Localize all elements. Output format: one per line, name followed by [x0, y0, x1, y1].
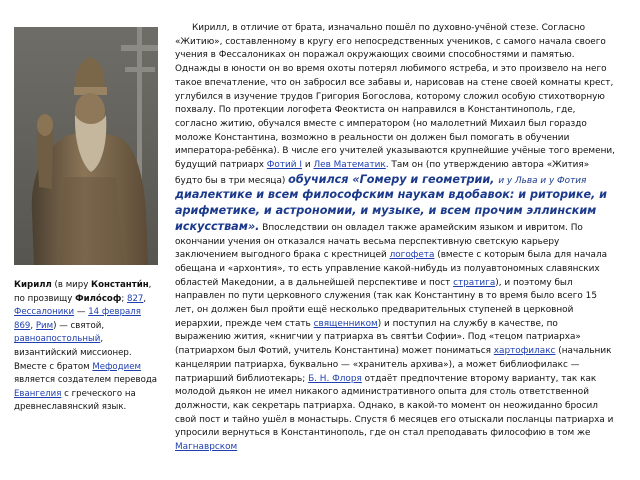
- link-logothete[interactable]: логофета: [390, 250, 435, 260]
- link-magnaura[interactable]: Магнаврском: [175, 442, 237, 452]
- portrait-caption: Кирилл (в миру Константи́н, по прозвищу …: [14, 279, 162, 415]
- link-gospel[interactable]: Евангелия: [14, 389, 61, 399]
- link-priest[interactable]: священником: [314, 319, 378, 329]
- caption-name: Кирилл: [14, 280, 52, 290]
- highlight-quote-2: и у Льва и у Фотия: [498, 175, 587, 186]
- caption-text-4: ,: [143, 293, 147, 304]
- link-rome[interactable]: Рим: [36, 321, 53, 331]
- link-death-date[interactable]: 14 февраля: [88, 307, 141, 317]
- caption-text-10: является создателем перевода: [14, 375, 158, 386]
- caption-text-5: —: [74, 307, 89, 318]
- body-text-1: Кирилл, в отличие от брата, изначально п…: [175, 23, 615, 171]
- caption-text-8: ) — святой,: [53, 320, 105, 331]
- body-paragraph: Кирилл, в отличие от брата, изначально п…: [175, 22, 615, 455]
- link-equal-to-apostles[interactable]: равноапостольный: [14, 334, 100, 344]
- link-photius[interactable]: Фотий I: [267, 160, 302, 170]
- link-birth-year[interactable]: 827: [127, 294, 143, 304]
- link-florya[interactable]: Б. Н. Флоря: [308, 374, 362, 384]
- caption-secular-name: Константи́н: [91, 280, 149, 290]
- link-death-year[interactable]: 869: [14, 321, 30, 331]
- link-thessaloniki[interactable]: Фессалоники: [14, 307, 74, 317]
- caption-text-1: (в миру: [51, 280, 92, 290]
- highlight-quote-1: обучился «Гомеру и геометрии,: [288, 172, 499, 186]
- cyril-portrait-image: [14, 27, 158, 265]
- caption-nickname: Фило́соф: [75, 293, 122, 304]
- link-methodius[interactable]: Мефодием: [92, 362, 141, 372]
- link-strategos[interactable]: стратига: [453, 278, 495, 288]
- link-chartophylax[interactable]: хартофилакс: [494, 346, 556, 356]
- body-text-2: и: [302, 160, 314, 171]
- link-leo-mathematician[interactable]: Лев Математик: [313, 160, 385, 170]
